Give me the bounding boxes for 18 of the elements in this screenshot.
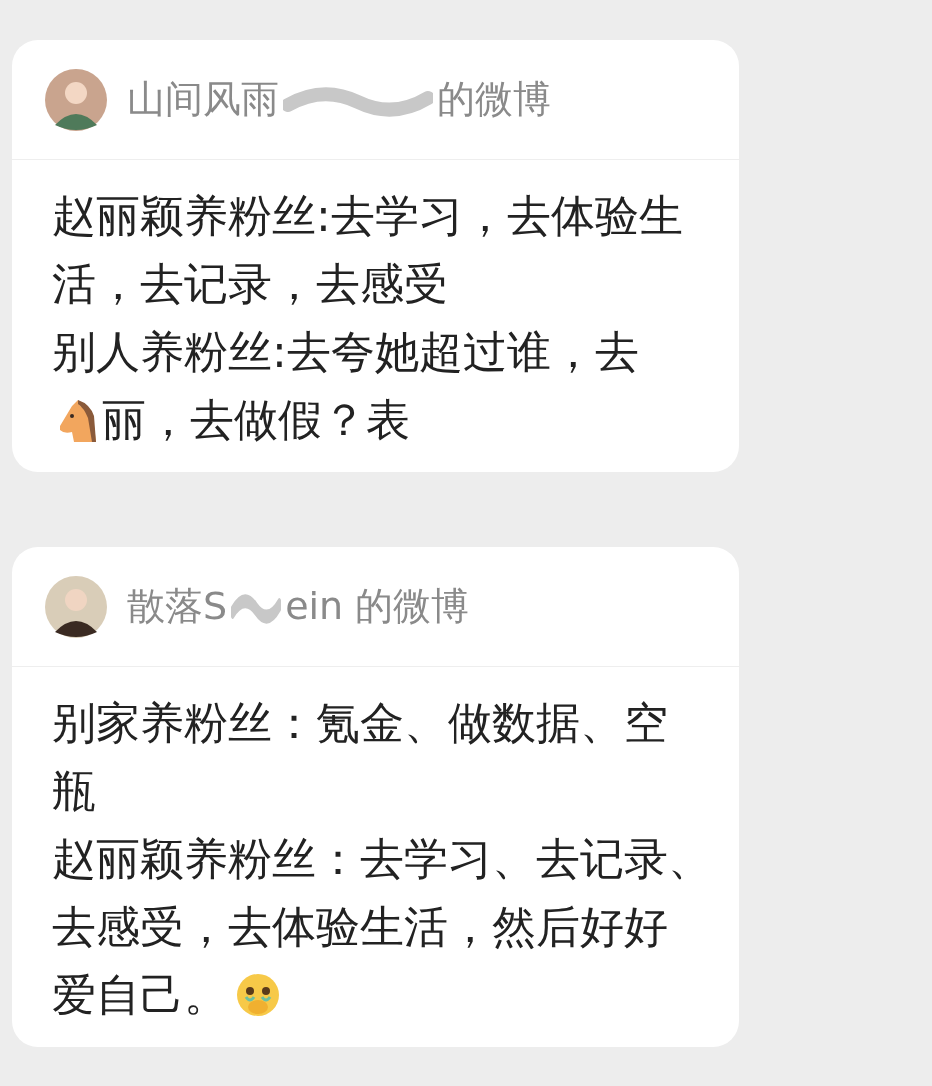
avatar [45, 575, 107, 638]
source-name: 的微博 [437, 76, 551, 123]
source-name: 散落S [127, 583, 228, 630]
post-text: 赵丽颖养粉丝：去学习、去记录、 [52, 831, 712, 886]
post-text: 去感受，去体验生活，然后好好 [52, 899, 668, 954]
crying-emoji-icon [234, 971, 282, 1019]
source-name: ein 的微博 [285, 583, 470, 630]
post-text: 瓶 [52, 763, 96, 818]
post-text: 别人养粉丝:去夸她超过谁，去 [52, 324, 639, 379]
message-bubble[interactable]: 山间风雨 的微博 赵丽颖养粉丝:去学习，去体验生 活，去记录，去感受 别人养粉丝:去夸她超过谁，去 丽，去做假？表 [12, 40, 739, 472]
message-bubble[interactable]: 散落S ein 的微博 别家养粉丝：氪金、做数据、空 瓶 赵丽颖养粉丝：去学习、去记录、 去感受，去体验生活，然后好好 爱自己。 [12, 547, 739, 1047]
post-text: 赵丽颖养粉丝:去学习，去体验生 [52, 188, 683, 243]
post-text: 爱自己。 [52, 967, 228, 1022]
source-name: 山间风雨 [127, 76, 279, 123]
avatar [45, 68, 107, 131]
post-text: 别家养粉丝：氪金、做数据、空 [52, 695, 668, 750]
post-text: 活，去记录，去感受 [52, 256, 448, 311]
post-text: 丽，去做假？表 [102, 392, 410, 447]
